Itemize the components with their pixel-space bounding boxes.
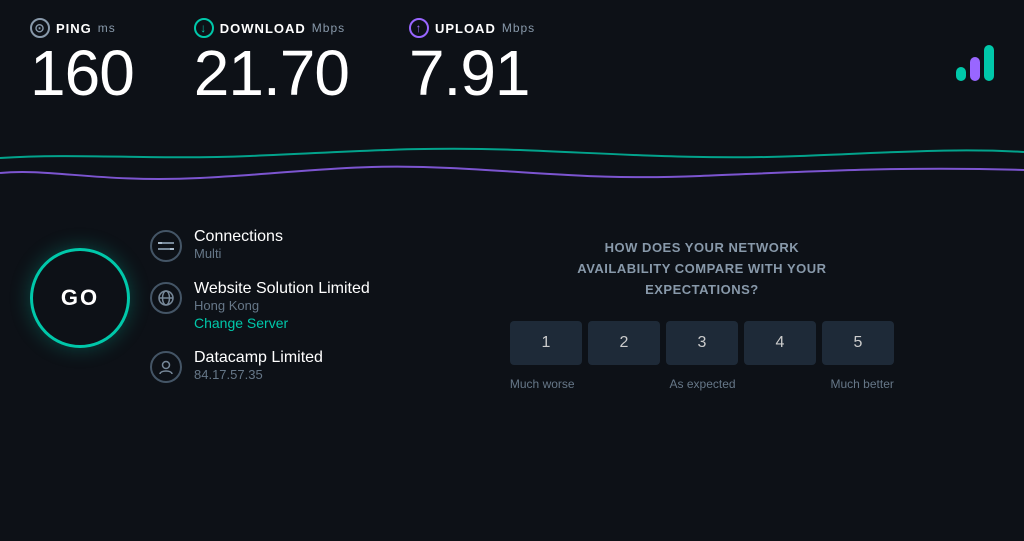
rating-btn-5[interactable]: 5 xyxy=(822,321,894,365)
rating-labels: Much worse As expected Much better xyxy=(510,377,894,391)
server-info: Connections Multi Website Solution Limit… xyxy=(150,228,370,383)
rating-label-expected: As expected xyxy=(670,377,736,391)
connections-title: Connections xyxy=(194,228,283,246)
survey-q-line1: HOW DOES YOUR NETWORK xyxy=(577,238,826,259)
isp-name: Datacamp Limited xyxy=(194,349,323,367)
stats-bar: ⊙ PING ms 160 ↓ DOWNLOAD Mbps 21.70 ↑ UP… xyxy=(0,0,1024,118)
logo-bar-1 xyxy=(956,67,966,81)
rating-container: 1 2 3 4 5 Much worse As expected Much be… xyxy=(510,321,894,391)
logo-bar-2 xyxy=(970,57,980,81)
download-icon: ↓ xyxy=(194,18,214,38)
ping-label: ⊙ PING ms xyxy=(30,18,116,38)
ping-value: 160 xyxy=(30,38,134,108)
upload-stat: ↑ UPLOAD Mbps 7.91 xyxy=(409,18,535,108)
download-value: 21.70 xyxy=(194,38,349,108)
connections-icon xyxy=(150,230,182,262)
connections-value: Multi xyxy=(194,246,283,261)
ping-stat: ⊙ PING ms 160 xyxy=(30,18,134,108)
upload-value: 7.91 xyxy=(409,38,530,108)
isp-row: Datacamp Limited 84.17.57.35 xyxy=(150,349,370,383)
left-panel: GO Connections Multi xyxy=(30,228,370,390)
main-content: GO Connections Multi xyxy=(0,208,1024,410)
change-server-link[interactable]: Change Server xyxy=(194,315,370,331)
isp-ip: 84.17.57.35 xyxy=(194,367,323,382)
rating-buttons: 1 2 3 4 5 xyxy=(510,321,894,365)
connections-row: Connections Multi xyxy=(150,228,370,262)
server-row: Website Solution Limited Hong Kong Chang… xyxy=(150,280,370,331)
survey-panel: HOW DOES YOUR NETWORK AVAILABILITY COMPA… xyxy=(410,228,994,390)
download-label: ↓ DOWNLOAD Mbps xyxy=(194,18,345,38)
ping-label-name: PING xyxy=(56,21,92,36)
isp-text: Datacamp Limited 84.17.57.35 xyxy=(194,349,323,382)
speed-chart xyxy=(0,118,1024,208)
go-button[interactable]: GO xyxy=(30,248,130,348)
rating-label-better: Much better xyxy=(831,377,894,391)
download-label-name: DOWNLOAD xyxy=(220,21,306,36)
ping-icon: ⊙ xyxy=(30,18,50,38)
ping-unit: ms xyxy=(98,21,116,35)
server-icon xyxy=(150,282,182,314)
upload-label: ↑ UPLOAD Mbps xyxy=(409,18,535,38)
rating-btn-4[interactable]: 4 xyxy=(744,321,816,365)
connections-text: Connections Multi xyxy=(194,228,283,261)
upload-icon: ↑ xyxy=(409,18,429,38)
app-logo xyxy=(956,45,994,81)
server-text: Website Solution Limited Hong Kong Chang… xyxy=(194,280,370,331)
download-stat: ↓ DOWNLOAD Mbps 21.70 xyxy=(194,18,349,108)
survey-q-line2: AVAILABILITY COMPARE WITH YOUR xyxy=(577,259,826,280)
logo-bar-3 xyxy=(984,45,994,81)
server-name: Website Solution Limited xyxy=(194,280,370,298)
rating-btn-3[interactable]: 3 xyxy=(666,321,738,365)
download-unit: Mbps xyxy=(312,21,345,35)
rating-btn-1[interactable]: 1 xyxy=(510,321,582,365)
survey-q-line3: EXPECTATIONS? xyxy=(577,280,826,301)
rating-btn-2[interactable]: 2 xyxy=(588,321,660,365)
server-location: Hong Kong xyxy=(194,298,370,313)
survey-question: HOW DOES YOUR NETWORK AVAILABILITY COMPA… xyxy=(577,238,826,300)
rating-label-worse: Much worse xyxy=(510,377,575,391)
isp-icon xyxy=(150,351,182,383)
upload-label-name: UPLOAD xyxy=(435,21,496,36)
upload-unit: Mbps xyxy=(502,21,535,35)
